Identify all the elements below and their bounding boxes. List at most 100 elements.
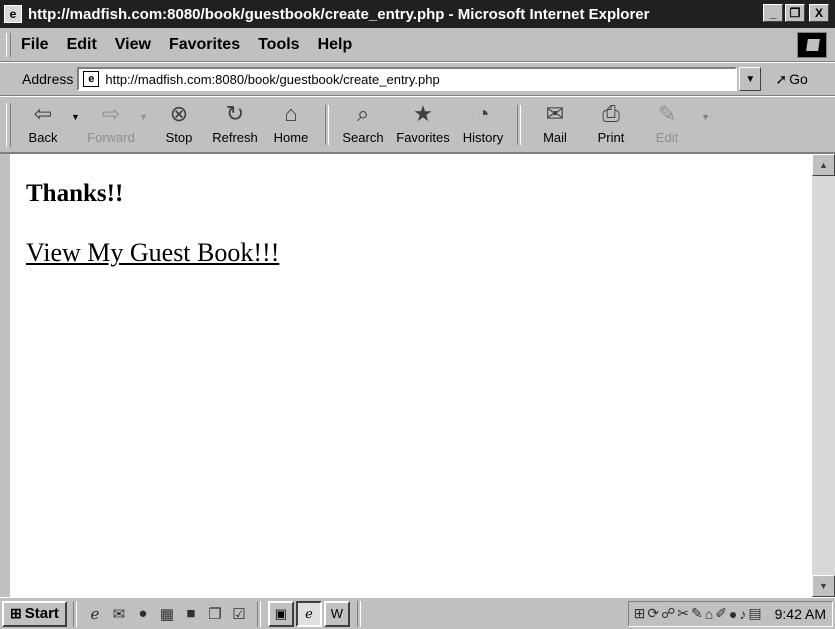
back-label: Back [28,129,58,145]
edit-label: Edit [655,129,679,145]
more-buttons-arrow[interactable]: ▼ [701,112,713,122]
search-label: Search [342,129,384,145]
page-icon: e [83,71,100,87]
guest-book-link[interactable]: View My Guest Book!!! [26,238,279,268]
address-label: Address [22,71,74,87]
tray-network-icon[interactable]: ⊞ [634,605,646,622]
task-button-ie[interactable]: ℯ [295,600,322,627]
menu-edit[interactable]: Edit [67,36,97,54]
back-arrow-icon: ⇦ [33,100,53,126]
history-icon: ◔ [476,100,490,126]
ie-quicklaunch-icon[interactable]: ℯ [84,603,106,625]
address-bar: Address e http://madfish.com:8080/book/g… [0,62,835,96]
history-button[interactable]: ◔ History [455,99,511,151]
title-bar[interactable]: e http://madfish.com:8080/book/guestbook… [0,0,835,28]
mail-button[interactable]: ✉ Mail [527,99,583,151]
back-dropdown-arrow[interactable]: ▼ [71,112,83,122]
window-controls: _ ❐ X [763,4,829,22]
stop-button[interactable]: ⊗ Stop [151,99,207,151]
tray-tool-icon[interactable]: ✂ [677,605,689,622]
start-button[interactable]: ⊞ Start [2,600,67,627]
forward-dropdown-arrow[interactable]: ▼ [139,112,151,122]
refresh-button[interactable]: ↻ Refresh [207,99,263,151]
back-button[interactable]: ⇦ Back [15,99,71,151]
taskbar-separator [356,600,361,627]
history-label: History [462,129,504,145]
taskbar-separator [256,600,261,627]
favorites-label: Favorites [396,129,450,145]
start-label: Start [24,605,59,622]
tray-edit-icon[interactable]: ✐ [715,605,727,622]
browser-window: e http://madfish.com:8080/book/guestbook… [0,0,835,597]
address-dropdown-button[interactable]: ▼ [739,67,762,91]
print-icon: ⎙ [602,100,620,126]
windows-flag-icon: ⊞ [10,605,22,621]
tray-app-icon[interactable]: ☍ [661,605,675,622]
home-label: Home [273,129,309,145]
menu-tools[interactable]: Tools [258,36,299,54]
vertical-scrollbar[interactable]: ▲ ▼ [812,154,835,597]
toolbar-grip[interactable] [6,102,11,147]
standard-toolbar: ⇦ Back ▼ ⇨ Forward ▼ ⊗ Stop ↻ Refresh ⌂ … [0,96,835,154]
menu-bar: File Edit View Favorites Tools Help [0,28,835,62]
tray-channel-icon[interactable]: ● [729,606,737,622]
menu-file[interactable]: File [21,36,49,54]
favorites-folder-icon: ★ [413,100,433,126]
print-button[interactable]: ⎙ Print [583,99,639,151]
close-button[interactable]: X [809,4,829,22]
search-icon: ⌕ [356,100,370,126]
taskbar-clock[interactable]: 9:42 AM [775,606,826,622]
menu-help[interactable]: Help [318,36,353,54]
go-arrow-icon: ➚ [775,70,788,87]
explorer-quicklaunch-icon[interactable]: ▦ [156,603,178,625]
folder-quicklaunch-icon[interactable]: ❐ [204,603,226,625]
favorites-button[interactable]: ★ Favorites [391,99,455,151]
menu-grip[interactable] [6,32,11,57]
home-icon: ⌂ [284,100,298,126]
window-title: http://madfish.com:8080/book/guestbook/c… [28,5,650,23]
desktop-quicklaunch-icon[interactable]: ■ [180,603,202,625]
taskbar-separator [72,600,77,627]
home-button[interactable]: ⌂ Home [263,99,319,151]
toolbar-separator [517,104,521,145]
stop-label: Stop [165,129,193,145]
task-button-app[interactable]: ▣ [267,600,294,627]
menu-view[interactable]: View [115,36,151,54]
forward-arrow-icon: ⇨ [101,100,121,126]
refresh-label: Refresh [212,129,258,145]
edit-button[interactable]: ✎ Edit [639,99,695,151]
forward-label: Forward [87,129,135,145]
stop-icon: ⊗ [169,100,189,126]
print-label: Print [597,129,625,145]
page-content: Thanks!! View My Guest Book!!! [10,154,812,597]
minimize-button[interactable]: _ [763,4,783,22]
forward-button[interactable]: ⇨ Forward [83,99,139,151]
search-button[interactable]: ⌕ Search [335,99,391,151]
address-input[interactable]: e http://madfish.com:8080/book/guestbook… [77,67,738,91]
menu-favorites[interactable]: Favorites [169,36,240,54]
go-button[interactable]: ➚ Go [775,71,807,88]
go-label: Go [789,71,808,87]
address-url: http://madfish.com:8080/book/guestbook/c… [105,71,440,87]
scroll-down-button[interactable]: ▼ [812,575,835,597]
edit-icon: ✎ [657,100,677,126]
outlook-quicklaunch-icon[interactable]: ✉ [108,603,130,625]
mail-icon: ✉ [545,100,565,126]
tray-calendar-icon[interactable]: ▤ [748,605,761,622]
tray-pen-icon[interactable]: ✎ [691,605,703,622]
maximize-button[interactable]: ❐ [785,4,805,22]
refresh-icon: ↻ [225,100,245,126]
ie-logo-icon: e [4,5,22,23]
tray-speaker-icon[interactable]: ♪ [739,606,746,622]
page-heading: Thanks!! [26,180,124,207]
mail-label: Mail [543,129,567,145]
toolbar-separator [325,104,329,145]
document-quicklaunch-icon[interactable]: ☑ [228,603,250,625]
tray-sync-icon[interactable]: ⟳ [647,605,659,622]
scroll-up-button[interactable]: ▲ [812,154,835,176]
taskbar: ⊞ Start ℯ ✉ ● ▦ ■ ❐ ☑ ▣ ℯ W ⊞ ⟳ ☍ ✂ ✎ ⌂ … [0,597,835,629]
channels-quicklaunch-icon[interactable]: ● [132,603,154,625]
tray-folder-icon[interactable]: ⌂ [705,606,713,622]
task-button-word[interactable]: W [323,600,350,627]
system-tray: ⊞ ⟳ ☍ ✂ ✎ ⌂ ✐ ● ♪ ▤ 9:42 AM [627,600,833,627]
